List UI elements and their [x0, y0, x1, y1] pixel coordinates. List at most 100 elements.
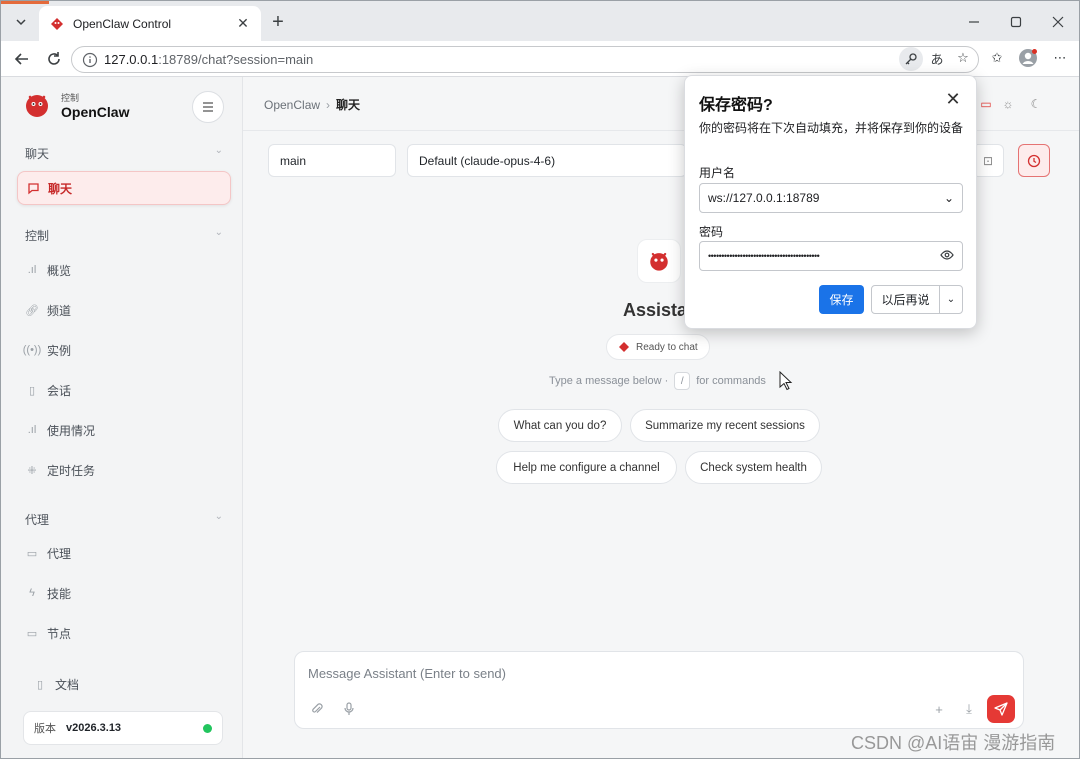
spinner-icon: ⁜ [27, 464, 37, 477]
more-menu-icon[interactable]: ⋯ [1048, 46, 1072, 70]
brand-subtitle: 控制 [61, 92, 80, 103]
brand-name: OpenClaw [61, 103, 130, 120]
document-icon: ▯ [28, 384, 36, 397]
sidebar-item-skills[interactable]: ϟ 技能 [17, 576, 231, 610]
link-icon: 🔗︎ [25, 304, 39, 317]
suggestion-chip[interactable]: What can you do? [498, 409, 622, 442]
status-badge: Ready to chat [606, 334, 710, 360]
broadcast-icon: ((•)) [22, 344, 42, 356]
save-password-button[interactable]: 保存 [819, 285, 864, 314]
command-hint: Type a message below · / for commands [549, 372, 766, 390]
not-now-button[interactable]: 以后再说 ⌄ [871, 285, 963, 314]
history-clock-icon[interactable] [1018, 144, 1050, 177]
sidebar-item-docs[interactable]: ▯ 文档 [25, 667, 239, 701]
bar-chart-icon: .ıl [27, 424, 37, 436]
folder-icon: ▭ [26, 547, 38, 560]
close-window-icon[interactable] [1041, 9, 1075, 35]
microphone-icon[interactable] [339, 699, 359, 719]
browser-tab[interactable]: OpenClaw Control ✕ [39, 6, 261, 41]
suggestion-chip[interactable]: Summarize my recent sessions [630, 409, 820, 442]
attach-icon[interactable] [307, 699, 327, 719]
password-key-icon[interactable] [899, 47, 923, 71]
chat-icon [26, 181, 40, 195]
chevron-down-icon[interactable]: ⌄ [944, 191, 954, 205]
section-header-control[interactable]: 控制 ⌄ [25, 227, 223, 244]
sidebar-item-usage[interactable]: .ıl 使用情况 [17, 413, 231, 447]
sidebar-item-channels[interactable]: 🔗︎ 频道 [17, 293, 231, 327]
username-field[interactable]: ws://127.0.0.1:18789 ⌄ [699, 183, 963, 213]
moon-icon[interactable]: ☾ [1023, 91, 1049, 117]
sidebar: 控制 OpenClaw 聊天 ⌄ 聊天 控制 ⌄ .ıl 概览 🔗︎ 频道 ((•)) 实… [1, 77, 243, 758]
profile-avatar-icon[interactable] [1016, 46, 1040, 70]
chevron-down-icon: ⌄ [214, 145, 223, 156]
eye-icon[interactable] [940, 250, 954, 262]
sidebar-item-overview[interactable]: .ıl 概览 [17, 253, 231, 287]
message-composer[interactable]: Message Assistant (Enter to send) + ⤓ [294, 651, 1024, 729]
password-field[interactable]: ••••••••••••••••••••••••••••••••••••••••… [699, 241, 963, 271]
status-dot [203, 723, 212, 733]
suggestion-chip[interactable]: Check system health [685, 451, 822, 484]
model-select[interactable]: Default (claude-opus-4-6) [407, 144, 687, 177]
password-label: 密码 [699, 225, 724, 239]
accent-line [1, 1, 49, 4]
reload-icon[interactable] [41, 46, 67, 72]
sidebar-item-chat[interactable]: 聊天 [17, 171, 231, 205]
star-icon[interactable]: ☆ [951, 46, 975, 70]
favorites-icon[interactable]: ✩ [985, 46, 1009, 70]
translate-icon[interactable]: あ [925, 46, 949, 70]
hamburger-menu-button[interactable] [192, 91, 224, 123]
url-text: 127.0.0.1:18789/chat?session=main [104, 52, 314, 67]
monitor-icon: ▭ [26, 627, 38, 640]
dialog-description: 你的密码将在下次自动填充，并将保存到你的设备 [699, 121, 964, 135]
tab-close-icon[interactable]: ✕ [235, 15, 251, 32]
lightning-icon: ϟ [29, 587, 35, 599]
version-badge: 版本 v2026.3.13 [23, 711, 223, 745]
tab-list-button[interactable] [9, 10, 33, 34]
book-icon: ▯ [36, 678, 44, 691]
save-password-dialog: 保存密码? ✕ 你的密码将在下次自动填充，并将保存到你的设备 用户名 ws://… [684, 75, 977, 329]
sidebar-item-sessions[interactable]: ▯ 会话 [17, 373, 231, 407]
chevron-down-icon: ⌄ [214, 227, 223, 238]
send-button[interactable] [987, 695, 1015, 723]
download-icon[interactable]: ⤓ [959, 699, 979, 719]
openclaw-logo-icon [650, 252, 668, 271]
hamburger-icon [203, 102, 213, 112]
bar-chart-icon: .ıl [27, 264, 37, 276]
dialog-title: 保存密码? [699, 97, 773, 114]
sidebar-item-cron[interactable]: ⁜ 定时任务 [17, 453, 231, 487]
username-label: 用户名 [699, 166, 736, 180]
chevron-down-icon: ⌄ [214, 511, 223, 522]
plus-icon[interactable]: + [929, 699, 949, 719]
openclaw-logo-icon [619, 342, 629, 352]
suggestion-chip[interactable]: Help me configure a channel [496, 451, 677, 484]
browser-toolbar: 127.0.0.1:18789/chat?session=main あ ☆ ✩ … [1, 41, 1079, 77]
chevron-down-icon[interactable]: ⌄ [940, 294, 962, 305]
info-icon[interactable] [82, 52, 98, 68]
watermark: CSDN @AI语宙 漫游指南 [851, 733, 1056, 753]
close-icon[interactable]: ✕ [944, 89, 962, 109]
sidebar-item-nodes[interactable]: ▭ 节点 [17, 616, 231, 650]
assistant-avatar [637, 239, 681, 283]
maximize-icon[interactable] [999, 9, 1033, 35]
chevron-down-icon [16, 19, 26, 26]
address-bar[interactable]: 127.0.0.1:18789/chat?session=main [71, 46, 979, 73]
session-select[interactable]: main [268, 144, 396, 177]
sun-icon[interactable]: ☼ [995, 91, 1021, 117]
brand: 控制 OpenClaw [21, 89, 129, 121]
sidebar-item-instances[interactable]: ((•)) 实例 [17, 333, 231, 367]
openclaw-logo-icon [26, 95, 48, 117]
openclaw-favicon-icon [51, 17, 63, 30]
new-tab-icon[interactable]: + [267, 11, 289, 33]
breadcrumb: OpenClaw › 聊天 [264, 98, 361, 112]
section-header-agents[interactable]: 代理 ⌄ [25, 511, 223, 528]
slash-key: / [674, 372, 691, 390]
back-arrow-icon[interactable] [9, 46, 35, 72]
sidebar-item-agents[interactable]: ▭ 代理 [17, 536, 231, 570]
minimize-icon[interactable] [957, 9, 991, 35]
message-input[interactable]: Message Assistant (Enter to send) [308, 666, 506, 681]
title-bar: OpenClaw Control ✕ + [1, 1, 1079, 41]
tab-title: OpenClaw Control [73, 16, 172, 31]
send-icon [994, 702, 1008, 716]
section-header-chat[interactable]: 聊天 ⌄ [25, 145, 223, 162]
browser-window: OpenClaw Control ✕ + 127.0.0.1:18789/cha… [0, 0, 1080, 759]
